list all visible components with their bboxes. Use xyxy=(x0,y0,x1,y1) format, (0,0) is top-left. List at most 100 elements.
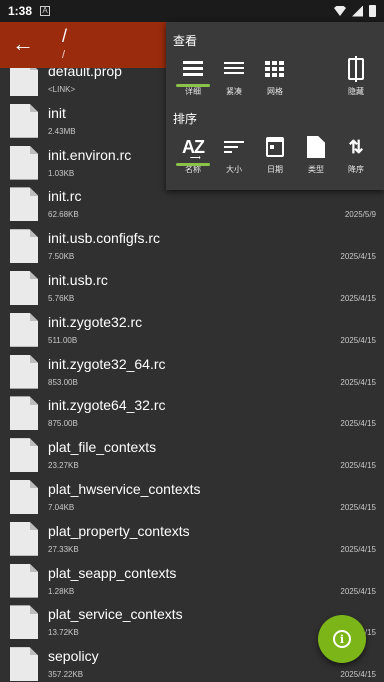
file-size: 1.28KB xyxy=(48,586,75,596)
file-icon xyxy=(10,103,38,138)
sort-size-label: 大小 xyxy=(226,165,242,174)
file-icon xyxy=(10,145,38,180)
file-size: 13.72KB xyxy=(48,628,79,638)
file-name: init.zygote32_64.rc xyxy=(48,355,166,372)
sort-date-label: 日期 xyxy=(267,165,283,174)
file-icon xyxy=(10,396,38,431)
back-arrow-icon[interactable]: ← xyxy=(12,33,36,56)
file-icon xyxy=(10,270,38,305)
sort-section-title: 排序 xyxy=(173,112,198,126)
file-name: plat_seapp_contexts xyxy=(48,564,177,581)
file-date: 2025/4/15 xyxy=(340,544,376,554)
file-name: init.usb.configfs.rc xyxy=(48,230,161,247)
file-row[interactable]: plat_hwservice_contexts 7.04KB 2025/4/15 xyxy=(0,476,384,518)
view-grid-option[interactable]: 网格 xyxy=(255,56,295,97)
view-options-popup: 查看 详细 紧凑 网格 隐藏 排序 A͢Z 名称 大小 日期 类型 ⇅ 降序 xyxy=(166,22,384,190)
file-name: init.zygote64_32.rc xyxy=(48,397,166,414)
file-icon xyxy=(10,521,38,556)
sort-by-name-icon: A͢Z xyxy=(182,136,205,157)
file-size: 23.27KB xyxy=(48,461,79,471)
view-section-title: 查看 xyxy=(173,34,198,48)
file-icon xyxy=(10,647,38,682)
file-date: 2025/4/15 xyxy=(340,377,376,387)
file-name: plat_service_contexts xyxy=(48,606,183,623)
file-date: 2025/4/15 xyxy=(340,670,376,680)
file-name: init xyxy=(48,104,66,121)
calendar-icon xyxy=(266,137,284,157)
file-size: 5.76KB xyxy=(48,293,75,303)
signal-icon xyxy=(352,5,363,17)
view-compact-option[interactable]: 紧凑 xyxy=(214,56,254,97)
sort-by-size-icon xyxy=(224,140,244,154)
view-compact-label: 紧凑 xyxy=(226,87,242,96)
file-icon xyxy=(10,563,38,598)
app-bar: ← / / xyxy=(0,22,166,68)
file-date: 2025/5/9 xyxy=(344,210,376,220)
file-icon xyxy=(10,479,38,514)
wifi-icon xyxy=(334,6,346,16)
file-type-icon xyxy=(307,136,325,158)
sort-size-option[interactable]: 大小 xyxy=(214,134,254,175)
sort-name-option[interactable]: A͢Z 名称 xyxy=(173,134,213,175)
status-icons xyxy=(334,5,376,17)
current-path: / xyxy=(62,49,66,61)
file-name: plat_file_contexts xyxy=(48,439,157,456)
file-row[interactable]: plat_property_contexts 27.33KB 2025/4/15 xyxy=(0,518,384,560)
file-row[interactable]: plat_file_contexts 23.27KB 2025/4/15 xyxy=(0,434,384,476)
file-name: init.environ.rc xyxy=(48,146,132,163)
file-date: 2025/4/15 xyxy=(340,335,376,345)
status-bar: 1:38 A xyxy=(0,0,384,22)
sort-order-icon: ⇅ xyxy=(348,136,364,157)
file-date: 2025/4/15 xyxy=(340,586,376,596)
file-icon xyxy=(10,438,38,473)
sort-date-option[interactable]: 日期 xyxy=(255,134,295,175)
file-name: sepolicy xyxy=(48,648,99,665)
sort-type-option[interactable]: 类型 xyxy=(296,134,336,175)
file-row[interactable]: init.usb.rc 5.76KB 2025/4/15 xyxy=(0,267,384,309)
show-hidden-label: 隐藏 xyxy=(348,87,364,96)
sort-descending-label: 降序 xyxy=(348,165,364,174)
sort-selected-indicator xyxy=(176,163,210,166)
file-date: 2025/4/15 xyxy=(340,293,376,303)
file-size: 1.03KB xyxy=(48,168,75,178)
file-size: 2.43MB xyxy=(48,126,76,136)
file-row[interactable]: init.zygote64_32.rc 875.00B 2025/4/15 xyxy=(0,392,384,434)
file-size: 7.04KB xyxy=(48,502,75,512)
file-row[interactable]: init.zygote32.rc 511.00B 2025/4/15 xyxy=(0,309,384,351)
file-size: 511.00B xyxy=(48,335,78,345)
file-size: 357.22KB xyxy=(48,670,84,680)
file-icon xyxy=(10,187,38,222)
file-date: 2025/4/15 xyxy=(340,252,376,262)
file-icon xyxy=(10,354,38,389)
sort-type-label: 类型 xyxy=(308,165,324,174)
battery-icon xyxy=(369,5,376,17)
file-date: 2025/4/15 xyxy=(340,419,376,429)
file-name: init.rc xyxy=(48,188,82,205)
status-time: 1:38 xyxy=(8,4,33,18)
page-title: / xyxy=(62,26,68,46)
sort-descending-option[interactable]: ⇅ 降序 xyxy=(336,134,376,175)
file-size: 875.00B xyxy=(48,419,78,429)
view-detail-option[interactable]: 详细 xyxy=(173,56,213,97)
view-detail-label: 详细 xyxy=(185,87,201,96)
grid-view-icon xyxy=(265,61,285,77)
info-icon: i xyxy=(333,630,351,648)
view-grid-label: 网格 xyxy=(267,87,283,96)
view-selected-indicator xyxy=(176,84,210,87)
notification-a-icon: A xyxy=(40,6,51,16)
file-name: init.usb.rc xyxy=(48,271,108,288)
file-row[interactable]: plat_seapp_contexts 1.28KB 2025/4/15 xyxy=(0,560,384,602)
file-icon xyxy=(10,312,38,347)
file-row[interactable]: init.usb.configfs.rc 7.50KB 2025/4/15 xyxy=(0,225,384,267)
file-icon xyxy=(10,229,38,264)
file-size: 853.00B xyxy=(48,377,78,387)
file-row[interactable]: init.zygote32_64.rc 853.00B 2025/4/15 xyxy=(0,351,384,393)
file-name: plat_hwservice_contexts xyxy=(48,480,201,497)
file-name: init.zygote32.rc xyxy=(48,313,143,330)
file-name: plat_property_contexts xyxy=(48,522,190,539)
file-size: 7.50KB xyxy=(48,252,75,262)
show-hidden-option[interactable]: 隐藏 xyxy=(336,56,376,97)
hidden-files-icon xyxy=(348,56,364,82)
info-fab-button[interactable]: i xyxy=(318,615,366,663)
file-date: 2025/4/15 xyxy=(340,502,376,512)
